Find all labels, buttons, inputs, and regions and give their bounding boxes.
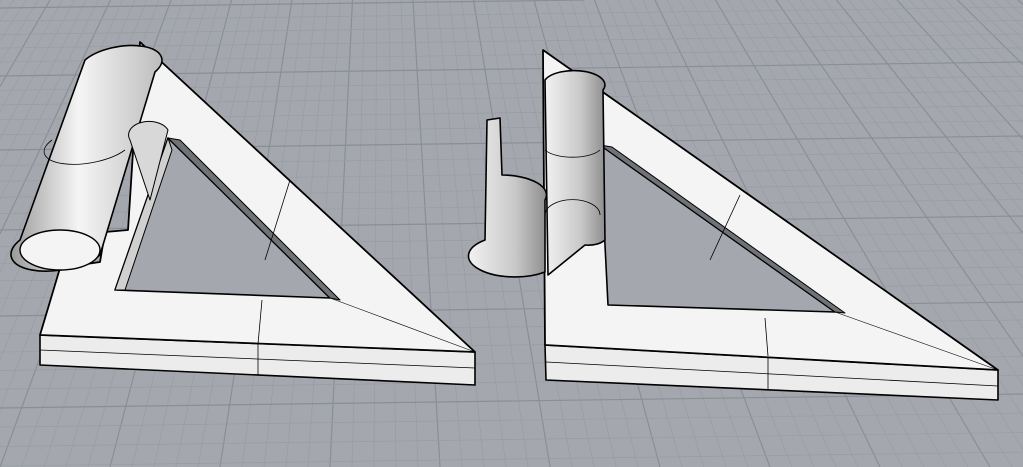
grid-line xyxy=(1017,0,1023,5)
grid-line xyxy=(0,0,2,3)
3d-viewport[interactable] xyxy=(0,0,1023,467)
grid-line xyxy=(957,0,1023,66)
right-hinge-half-cylinder xyxy=(544,69,606,276)
grid-line xyxy=(0,412,1023,428)
left-hinge-part[interactable] xyxy=(10,41,476,386)
grid-line xyxy=(351,0,365,467)
grid-line xyxy=(0,393,1023,409)
grid-line xyxy=(0,0,63,112)
grid-line xyxy=(993,0,1023,28)
grid-line xyxy=(0,0,14,22)
grid-line xyxy=(872,0,1023,175)
grid-line xyxy=(0,451,1023,467)
viewport-canvas[interactable] xyxy=(0,0,1023,467)
grid-line xyxy=(812,0,1023,279)
grid-line xyxy=(0,0,51,87)
right-hinge-socket xyxy=(467,117,548,278)
grid-line xyxy=(933,0,1023,93)
grid-line xyxy=(981,0,1023,40)
grid-line xyxy=(373,0,378,467)
cylinder-end-cap xyxy=(19,229,101,271)
grid-line xyxy=(0,20,1023,35)
